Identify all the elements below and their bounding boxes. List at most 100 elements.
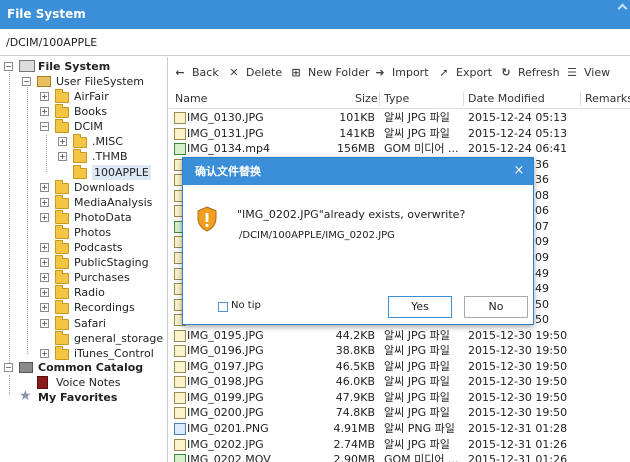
file-date: 36 <box>535 157 549 171</box>
tree-folder-label: Radio <box>74 286 105 300</box>
file-name: IMG_0199.JPG <box>187 390 264 404</box>
file-size: 74.8KB <box>335 406 375 420</box>
file-name: IMG_0196.JPG <box>187 344 264 358</box>
file-date: 2015-12-30 19:50 <box>468 390 568 404</box>
collapse-icon[interactable]: − <box>4 363 13 372</box>
tree-folder-label: Purchases <box>74 271 130 285</box>
expand-icon[interactable]: + <box>40 288 49 298</box>
column-type[interactable]: Type <box>384 89 409 109</box>
collapse-icon[interactable]: − <box>40 122 49 132</box>
window-title: File System <box>7 7 86 21</box>
back-arrow-icon: ← <box>175 66 185 79</box>
export-icon: ➚ <box>439 66 449 79</box>
file-size: 38.8KB <box>335 344 375 358</box>
dialog-close-button[interactable]: × <box>512 164 526 178</box>
path-bar[interactable]: /DCIM/100APPLE <box>0 29 630 56</box>
expand-icon[interactable]: + <box>40 107 49 117</box>
file-size: 141KB <box>339 126 375 140</box>
file-date: 2015-12-30 19:50 <box>468 328 568 342</box>
tree-folder-label: iTunes_Control <box>74 346 154 360</box>
tree-folder-label: 100APPLE <box>92 164 151 180</box>
file-date: 2015-12-30 19:50 <box>468 406 568 420</box>
expand-icon[interactable]: + <box>40 303 49 313</box>
file-date: 07 <box>535 219 549 233</box>
expand-icon[interactable]: + <box>58 137 67 147</box>
column-size[interactable]: Size <box>355 89 378 109</box>
file-row[interactable]: IMG_0202.MOV 2.90MB GOM 미디어 ... 2015-12-31 … <box>169 452 630 462</box>
export-button[interactable]: ➚ Export <box>437 57 492 89</box>
expand-icon[interactable]: + <box>58 152 67 162</box>
file-date: 06 <box>535 204 549 218</box>
file-date: 2015-12-30 19:50 <box>468 375 568 389</box>
confirm-replace-dialog: 确认文件替换 × "IMG_0202.JPG"already exists, o… <box>182 157 534 325</box>
collapse-icon[interactable]: − <box>4 62 13 71</box>
expand-icon[interactable]: + <box>40 348 49 358</box>
file-row[interactable]: IMG_0196.JPG 38.8KB 알씨 JPG 파일 2015-12-30 19… <box>169 343 630 359</box>
current-path: /DCIM/100APPLE <box>6 36 98 49</box>
warning-shield-icon <box>197 206 217 232</box>
file-type: 알씨 JPG 파일 <box>384 126 450 140</box>
file-row[interactable]: IMG_0197.JPG 46.5KB 알씨 JPG 파일 2015-12-30 19… <box>169 359 630 375</box>
tree-folder-label: DCIM <box>74 120 103 134</box>
file-date: 49 <box>535 282 549 296</box>
expand-icon[interactable]: + <box>40 212 49 222</box>
file-row[interactable]: IMG_0199.JPG 47.9KB 알씨 JPG 파일 2015-12-30 19… <box>169 390 630 406</box>
file-date: 2015-12-24 05:13 <box>468 126 568 140</box>
expand-icon[interactable]: + <box>40 92 49 101</box>
tree-folder-label: Recordings <box>74 301 135 315</box>
file-name: IMG_0198.JPG <box>187 375 264 389</box>
column-name[interactable]: Name <box>175 89 207 109</box>
image-file-icon <box>174 407 186 420</box>
no-tip-label[interactable]: No tip <box>231 300 261 311</box>
back-button[interactable]: ← Back <box>173 57 218 89</box>
catalog-icon <box>19 362 33 373</box>
folder-icon <box>55 119 69 134</box>
expand-icon[interactable]: + <box>40 243 49 252</box>
dialog-title: 确认文件替换 <box>183 158 533 185</box>
voice-notes-icon <box>37 376 48 389</box>
image-file-icon <box>174 112 186 124</box>
expand-icon[interactable]: + <box>40 197 49 207</box>
image-file-icon <box>174 391 186 404</box>
file-row[interactable]: IMG_0131.JPG 141KB 알씨 JPG 파일 2015-12-24 05:… <box>169 126 630 142</box>
column-remarks[interactable]: Remarks <box>585 89 630 109</box>
yes-button[interactable]: Yes <box>388 296 452 318</box>
file-size: 47.9KB <box>335 390 375 404</box>
tree-folder-label: MediaAnalysis <box>74 195 153 209</box>
no-button[interactable]: No <box>464 296 528 318</box>
file-date: 50 <box>535 313 549 327</box>
tree-folder-label: general_storage <box>74 331 164 345</box>
collapse-icon[interactable]: − <box>22 77 31 86</box>
view-button[interactable]: ☰ View <box>565 57 610 89</box>
file-name: IMG_0195.JPG <box>187 328 264 342</box>
no-tip-checkbox[interactable] <box>218 302 228 312</box>
new-folder-icon: ⊞ <box>291 66 301 79</box>
file-row[interactable]: IMG_0130.JPG 101KB 알씨 JPG 파일 2015-12-24 05:… <box>169 110 630 126</box>
collapse-corner-icon[interactable] <box>617 3 628 14</box>
import-button[interactable]: ➜ Import <box>373 57 428 89</box>
image-file-icon <box>174 438 186 451</box>
expand-icon[interactable]: + <box>40 273 49 283</box>
file-row[interactable]: IMG_0198.JPG 46.0KB 알씨 JPG 파일 2015-12-30 19… <box>169 374 630 390</box>
file-date: 50 <box>535 297 549 311</box>
file-type: 알씨 JPG 파일 <box>384 437 450 451</box>
expand-icon[interactable]: + <box>40 318 49 328</box>
window-title-bar: File System <box>0 0 630 29</box>
file-type: 알씨 JPG 파일 <box>384 111 450 124</box>
file-row[interactable]: IMG_0202.JPG 2.74MB 알씨 JPG 파일 2015-12-31 01… <box>169 437 630 453</box>
file-row[interactable]: IMG_0200.JPG 74.8KB 알씨 JPG 파일 2015-12-30 19… <box>169 405 630 421</box>
folder-icon <box>55 315 69 330</box>
column-date-modified[interactable]: Date Modified <box>468 89 545 109</box>
new-folder-button[interactable]: ⊞ New Folder <box>289 57 369 89</box>
expand-icon[interactable]: + <box>40 182 49 192</box>
refresh-button[interactable]: ↻ Refresh <box>499 57 559 89</box>
file-row[interactable]: IMG_0195.JPG 44.2KB 알씨 JPG 파일 2015-12-30 19… <box>169 328 630 344</box>
expand-icon[interactable]: + <box>40 258 49 268</box>
file-date: 2015-12-31 01:26 <box>468 437 568 451</box>
file-date: 2015-12-30 19:50 <box>468 344 568 358</box>
file-type: 알씨 PNG 파일 <box>384 422 455 435</box>
file-row[interactable]: IMG_0134.mp4 156MB GOM 미디어 ... 2015-12-24 0… <box>169 141 630 157</box>
file-row[interactable]: IMG_0201.PNG 4.91MB 알씨 PNG 파일 2015-12-31 01… <box>169 421 630 437</box>
delete-button[interactable]: ✕ Delete <box>227 57 282 89</box>
file-type: GOM 미디어 ... <box>384 142 459 156</box>
